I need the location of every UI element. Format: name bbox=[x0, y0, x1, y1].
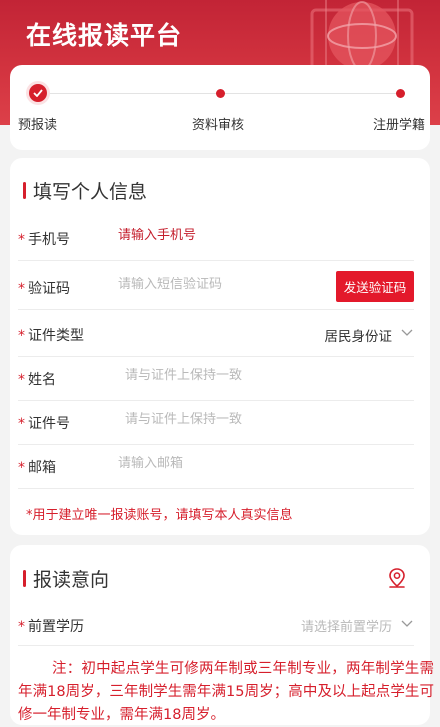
required-mark: * bbox=[18, 619, 25, 635]
code-label-text: 验证码 bbox=[28, 281, 70, 297]
section-header-intent: 报读意向 bbox=[23, 567, 110, 591]
required-mark: * bbox=[18, 232, 25, 248]
prior-edu-label: * 前置学历 bbox=[18, 616, 84, 636]
enrollment-age-notice: 注：初中起点学生可修两年制或三年制专业，两年制学生需年满18周岁，三年制学生需年… bbox=[18, 661, 434, 723]
step-label-review: 资料审核 bbox=[192, 118, 245, 133]
id-type-label: * 证件类型 bbox=[18, 325, 84, 345]
step-label-register: 注册学籍 bbox=[373, 118, 426, 133]
name-label: * 姓名 bbox=[18, 369, 56, 389]
location-pin-icon[interactable] bbox=[386, 567, 408, 589]
step-label-prereg: 预报读 bbox=[18, 118, 58, 133]
section-accent-bar bbox=[23, 181, 26, 199]
email-row: * 邮箱 bbox=[18, 444, 414, 489]
phone-row: * 手机号 bbox=[18, 216, 414, 261]
name-input[interactable] bbox=[125, 368, 325, 383]
section-header-personal: 填写个人信息 bbox=[23, 179, 148, 203]
personal-info-card: 填写个人信息 *手机号 *验证码 发送验证码 *证件类型 居民身份证 *姓名 *… bbox=[10, 158, 430, 535]
chevron-down-icon[interactable] bbox=[400, 618, 414, 630]
phone-label: * 手机号 bbox=[18, 229, 70, 249]
send-code-button[interactable]: 发送验证码 bbox=[336, 271, 414, 302]
chevron-down-icon[interactable] bbox=[400, 327, 414, 339]
id-number-label: * 证件号 bbox=[18, 413, 70, 433]
id-type-row[interactable]: * 证件类型 居民身份证 bbox=[18, 312, 414, 357]
required-mark: * bbox=[18, 372, 25, 388]
required-mark: * bbox=[18, 281, 25, 297]
phone-input[interactable] bbox=[118, 228, 318, 243]
app-title: 在线报读平台 bbox=[26, 21, 183, 50]
code-row: *验证码 发送验证码 bbox=[18, 265, 414, 310]
id-type-select[interactable]: 居民身份证 bbox=[325, 325, 393, 345]
section-accent-bar bbox=[23, 569, 26, 587]
section-title-personal: 填写个人信息 bbox=[33, 180, 148, 203]
prior-edu-row[interactable]: * 前置学历 请选择前置学历 bbox=[18, 603, 414, 646]
prior-edu-select[interactable]: 请选择前置学历 bbox=[301, 616, 392, 635]
id-number-row: * 证件号 bbox=[18, 400, 414, 445]
sms-code-input[interactable] bbox=[118, 277, 288, 292]
phone-label-text: 手机号 bbox=[28, 232, 70, 248]
name-row: * 姓名 bbox=[18, 356, 414, 401]
prior-edu-label-text: 前置学历 bbox=[28, 619, 84, 635]
id-number-label-text: 证件号 bbox=[28, 416, 70, 432]
step-dot-review bbox=[216, 89, 225, 98]
step-done-check-icon bbox=[29, 84, 47, 102]
real-info-note: *用于建立唯一报读账号，请填写本人真实信息 bbox=[26, 508, 293, 523]
progress-stepper: 预报读 资料审核 注册学籍 bbox=[10, 65, 430, 150]
name-label-text: 姓名 bbox=[28, 372, 56, 388]
step-dot-register bbox=[396, 89, 405, 98]
id-type-label-text: 证件类型 bbox=[28, 328, 84, 344]
check-icon bbox=[33, 89, 43, 97]
required-mark: * bbox=[18, 416, 25, 432]
email-label-text: 邮箱 bbox=[28, 460, 56, 476]
email-input[interactable] bbox=[118, 456, 318, 471]
code-label: * 验证码 bbox=[18, 278, 70, 298]
id-number-input[interactable] bbox=[125, 412, 325, 427]
section-title-intent: 报读意向 bbox=[33, 568, 110, 591]
email-label: * 邮箱 bbox=[18, 457, 56, 477]
required-mark: * bbox=[18, 460, 25, 476]
required-mark: * bbox=[18, 328, 25, 344]
